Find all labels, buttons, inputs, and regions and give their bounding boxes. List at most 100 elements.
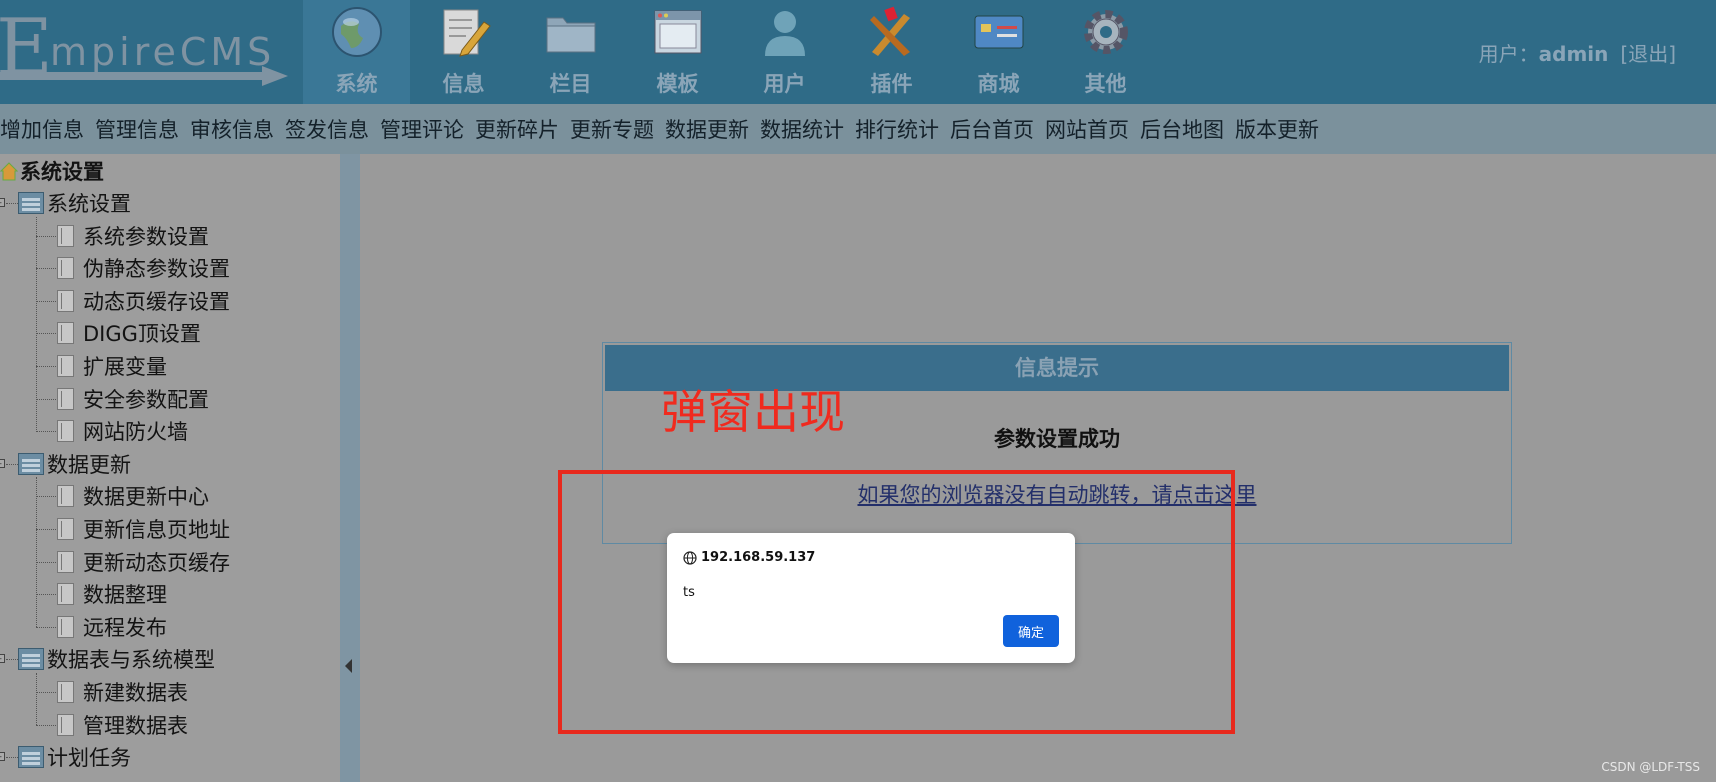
page-icon	[57, 681, 74, 703]
tree-expander-icon[interactable]: -	[0, 752, 5, 762]
window-icon	[650, 4, 706, 60]
annotation-label: 弹窗出现	[661, 385, 845, 439]
page-icon	[57, 485, 74, 508]
card-icon	[971, 4, 1027, 60]
page-icon	[57, 550, 74, 573]
nav-item-label: 商城	[977, 72, 1020, 96]
sidebar-item[interactable]: 安全参数配置	[57, 384, 209, 414]
document-pencil-icon	[436, 4, 492, 60]
page-icon	[57, 387, 74, 410]
folder-icon	[18, 192, 44, 214]
sidebar-item-label: 网站防火墙	[83, 420, 188, 445]
sidebar-item[interactable]: 数据更新中心	[57, 481, 209, 511]
alert-ok-button[interactable]: 确定	[1003, 615, 1059, 647]
subnav-link[interactable]: 数据更新	[665, 114, 749, 144]
nav-item-3[interactable]: 模板	[624, 0, 731, 104]
sidebar-group-2[interactable]: 数据表与系统模型	[18, 644, 215, 674]
logout-link[interactable]: [退出]	[1620, 42, 1676, 66]
tree-expander-icon[interactable]: -	[0, 198, 5, 207]
globe-icon	[683, 550, 697, 565]
sidebar-item[interactable]: 数据整理	[57, 579, 167, 609]
sub-nav: 增加信息 管理信息 审核信息 签发信息 管理评论 更新碎片 更新专题 数据更新 数据统计 排行统计…	[0, 104, 1716, 154]
page-icon	[57, 355, 74, 377]
sidebar-group-1-label: 数据更新	[47, 452, 131, 477]
nav-item-label: 插件	[870, 72, 913, 96]
nav-item-5[interactable]: 插件	[838, 0, 945, 104]
sidebar-item[interactable]: 扩展变量	[57, 351, 167, 381]
nav-item-label: 系统	[335, 72, 378, 96]
nav-item-label: 模板	[656, 72, 699, 96]
sidebar-item[interactable]: 管理数据表	[57, 710, 188, 740]
subnav-link[interactable]: 后台首页	[950, 114, 1034, 144]
nav-item-4[interactable]: 用户	[731, 0, 838, 104]
nav-item-label: 用户	[763, 72, 806, 96]
main-nav: 系统 信息 栏目 模板 用户 插件 商城 其他	[303, 0, 1159, 104]
nav-item-7[interactable]: 其他	[1052, 0, 1159, 104]
sidebar-item[interactable]: 远程发布	[57, 612, 167, 642]
subnav-link[interactable]: 签发信息	[285, 114, 369, 144]
sidebar-item[interactable]: 网站防火墙	[57, 416, 188, 446]
sidebar-item-label: 远程发布	[83, 615, 167, 640]
user-prefix: 用户：	[1478, 42, 1539, 66]
user-area: 用户：admin [退出]	[1479, 38, 1676, 67]
tree-expander-icon[interactable]: -	[0, 458, 5, 468]
sidebar-item[interactable]: 系统参数设置	[57, 221, 209, 251]
folder-icon	[18, 648, 44, 671]
sidebar-item-label: 管理数据表	[83, 713, 188, 738]
subnav-link[interactable]: 后台地图	[1140, 114, 1224, 144]
alert-dialog: 192.168.59.137 ts 确定	[667, 533, 1075, 663]
sidebar-splitter[interactable]	[340, 154, 360, 782]
subnav-link[interactable]: 排行统计	[855, 114, 939, 144]
sidebar-item-label: 更新动态页缓存	[83, 550, 230, 575]
sidebar-tree: 系统设置 - 系统设置系统参数设置伪静态参数设置动态页缓存设置 DIGG顶设置扩展变量…	[0, 154, 340, 782]
page-icon	[57, 518, 74, 540]
sidebar-item-label: 数据整理	[83, 583, 167, 608]
sidebar-group-2-label: 数据表与系统模型	[47, 648, 215, 673]
tree-root-label: 系统设置	[20, 160, 104, 184]
collapse-arrow-icon[interactable]	[345, 659, 352, 673]
folder-icon	[543, 4, 599, 60]
page-icon	[57, 289, 74, 312]
subnav-link[interactable]: 审核信息	[190, 114, 274, 144]
username: admin	[1538, 42, 1609, 66]
sidebar-group-1[interactable]: 数据更新	[18, 449, 131, 479]
nav-item-2[interactable]: 栏目	[517, 0, 624, 104]
subnav-link[interactable]: 更新专题	[570, 114, 654, 144]
tree-expander-icon[interactable]: -	[0, 654, 5, 664]
alert-origin: 192.168.59.137	[683, 550, 815, 565]
sidebar-item[interactable]: DIGG顶设置	[57, 318, 201, 348]
sidebar-item[interactable]: 更新动态页缓存	[57, 547, 230, 577]
nav-item-1[interactable]: 信息	[410, 0, 517, 104]
subnav-link[interactable]: 管理评论	[380, 114, 464, 144]
nav-item-0[interactable]: 系统	[303, 0, 410, 104]
sidebar-item-label: 更新信息页地址	[83, 518, 230, 542]
nav-item-label: 栏目	[549, 72, 592, 96]
sidebar-group-3[interactable]: 计划任务	[18, 742, 131, 772]
tree-root[interactable]: 系统设置	[0, 156, 104, 186]
sidebar-item[interactable]: 动态页缓存设置	[57, 286, 230, 316]
page-icon	[57, 322, 74, 345]
sidebar-item[interactable]: 更新信息页地址	[57, 514, 230, 544]
page-icon	[57, 583, 74, 606]
sidebar-item-label: 扩展变量	[83, 355, 167, 379]
top-header: EmpireCMS 系统 信息 栏目 模板 用户 插件 商城 其他 用户：admin [退出]	[0, 0, 1716, 104]
subnav-link[interactable]: 增加信息	[0, 114, 84, 144]
tools-icon	[864, 4, 920, 60]
home-icon	[0, 161, 19, 181]
sidebar-item[interactable]: 新建数据表	[57, 677, 188, 707]
subnav-link[interactable]: 版本更新	[1235, 114, 1319, 144]
sidebar-item-label: 动态页缓存设置	[83, 289, 230, 314]
nav-item-6[interactable]: 商城	[945, 0, 1052, 104]
sidebar-item-label: 伪静态参数设置	[83, 257, 230, 282]
subnav-link[interactable]: 网站首页	[1045, 114, 1129, 144]
sidebar-item-label: 安全参数配置	[83, 387, 209, 412]
subnav-link[interactable]: 管理信息	[95, 114, 179, 144]
folder-icon	[18, 452, 44, 475]
subnav-link[interactable]: 数据统计	[760, 114, 844, 144]
sidebar-group-0[interactable]: 系统设置	[18, 188, 131, 218]
nav-item-label: 信息	[442, 72, 485, 96]
sidebar-group-0-label: 系统设置	[47, 192, 131, 216]
sidebar-item-label: DIGG顶设置	[83, 322, 201, 347]
sidebar-item[interactable]: 伪静态参数设置	[57, 253, 230, 283]
subnav-link[interactable]: 更新碎片	[475, 114, 559, 144]
